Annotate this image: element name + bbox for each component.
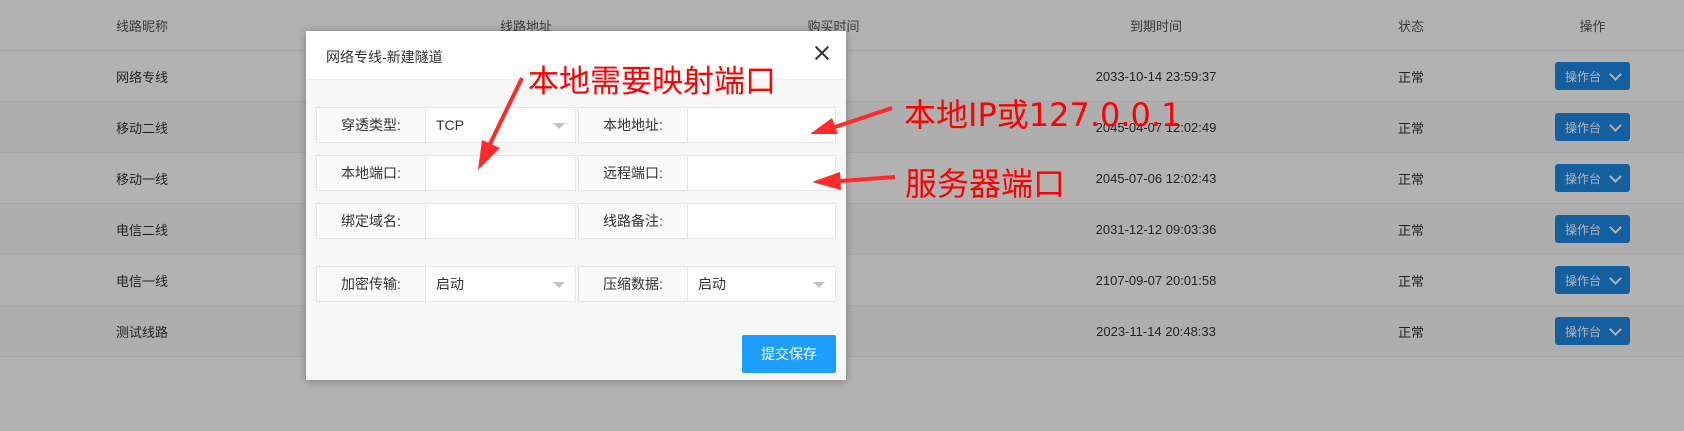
caret-down-icon xyxy=(553,282,565,288)
server-port-note: 服务器端口 xyxy=(905,165,1066,203)
compress-label: 压缩数据: xyxy=(579,267,688,301)
local-port-input[interactable] xyxy=(426,156,575,190)
encrypt-text: 启动 xyxy=(436,276,464,292)
line-remark-input[interactable] xyxy=(688,204,835,238)
proto-type-label: 穿透类型: xyxy=(317,108,426,142)
proto-type-value[interactable]: TCP xyxy=(426,108,575,142)
local-address-field: 本地地址: xyxy=(578,107,836,143)
submit-save-button[interactable]: 提交保存 xyxy=(742,335,836,373)
compress-select[interactable]: 压缩数据: 启动 xyxy=(578,266,836,302)
encrypt-select[interactable]: 加密传输: 启动 xyxy=(316,266,576,302)
caret-down-icon xyxy=(553,123,565,129)
remote-port-field: 远程端口: xyxy=(578,155,836,191)
line-remark-label: 线路备注: xyxy=(579,204,688,238)
local-address-input[interactable] xyxy=(688,108,835,142)
local-port-note: 本地需要映射端口 xyxy=(528,64,776,100)
close-icon[interactable] xyxy=(812,43,832,63)
line-remark-field: 线路备注: xyxy=(578,203,836,239)
encrypt-label: 加密传输: xyxy=(317,267,426,301)
compress-text: 启动 xyxy=(698,276,726,292)
local-port-field: 本地端口: xyxy=(316,155,576,191)
bind-domain-input[interactable] xyxy=(426,204,575,238)
remote-port-label: 远程端口: xyxy=(579,156,688,190)
local-port-label: 本地端口: xyxy=(317,156,426,190)
proto-type-select[interactable]: 穿透类型: TCP xyxy=(316,107,576,143)
local-ip-note: 本地IP或127.0.0.1 xyxy=(904,96,1182,134)
bind-domain-label: 绑定域名: xyxy=(317,204,426,238)
encrypt-value[interactable]: 启动 xyxy=(426,267,575,301)
local-address-label: 本地地址: xyxy=(579,108,688,142)
bind-domain-field: 绑定域名: xyxy=(316,203,576,239)
compress-value[interactable]: 启动 xyxy=(688,267,835,301)
caret-down-icon xyxy=(813,282,825,288)
dialog-title: 网络专线-新建隧道 xyxy=(326,49,443,65)
remote-port-input[interactable] xyxy=(688,156,835,190)
proto-type-text: TCP xyxy=(436,117,464,133)
